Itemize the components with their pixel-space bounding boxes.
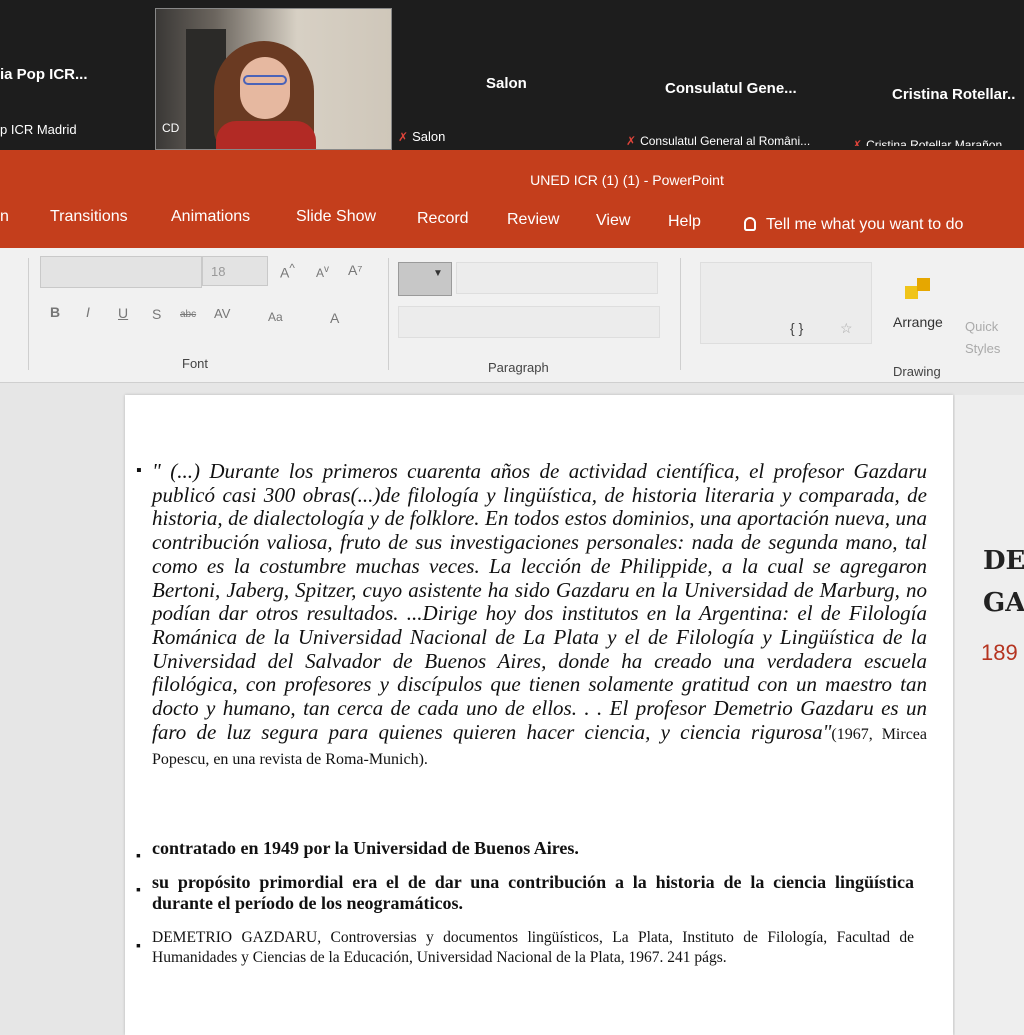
shadow-button[interactable]: S xyxy=(152,306,161,322)
bullet-marker: ▪ xyxy=(136,462,142,479)
participant-name: Salon xyxy=(486,75,527,92)
lightbulb-icon xyxy=(744,217,756,231)
font-size-value: 18 xyxy=(211,264,226,279)
change-case-button[interactable]: Aa xyxy=(268,310,283,324)
braces-icon: { } xyxy=(790,320,804,336)
group-separator xyxy=(28,258,29,370)
char-spacing-button[interactable]: AV xyxy=(214,306,230,321)
underline-button[interactable]: U xyxy=(118,305,128,321)
bullet-marker: ▪ xyxy=(136,937,141,953)
next-slide-text: GA xyxy=(983,588,1024,618)
participant-tile-1[interactable]: ia Pop ICR... p ICR Madrid xyxy=(0,8,150,146)
participant-tile-consulatul[interactable]: Consulatul Gene... ✗ Consulatul General a… xyxy=(622,8,852,148)
participant-caption: p ICR Madrid xyxy=(0,122,77,137)
meeting-video-strip: ia Pop ICR... p ICR Madrid CD Salon ✗ Sal… xyxy=(0,0,1024,150)
participant-caption: ✗ Salon xyxy=(398,129,445,144)
participant-tile-cristina[interactable]: Cristina Rotellar.. ✗ Cristina Rotellar M… xyxy=(852,8,1024,146)
arrange-button[interactable]: Arrange xyxy=(893,314,943,330)
quote-body: " (...) Durante los primeros cuarenta añ… xyxy=(152,459,927,744)
bullet-reference: DEMETRIO GAZDARU, Controversias y docume… xyxy=(152,929,914,966)
mic-muted-icon: ✗ xyxy=(626,134,637,148)
chevron-down-icon: ▼ xyxy=(433,268,443,279)
font-size-box[interactable]: 18 xyxy=(202,256,268,286)
quote-text: " (...) Durante los primeros cuarenta añ… xyxy=(152,459,927,772)
clear-format-button[interactable]: A⁷ xyxy=(348,262,362,278)
tell-me-text: Tell me what you want to do xyxy=(766,216,964,233)
next-slide-preview[interactable] xyxy=(955,395,1024,1035)
tab-review[interactable]: Review xyxy=(507,211,559,229)
next-slide-text: DE xyxy=(983,546,1024,576)
next-slide-year: 189 xyxy=(981,640,1018,665)
tab-help[interactable]: Help xyxy=(668,213,701,231)
person-face xyxy=(240,57,290,119)
participant-caption: ✗ Cristina Rotellar Marañon xyxy=(852,138,1002,146)
person-shirt xyxy=(216,121,316,149)
participant-caption-text: Consulatul General al Români... xyxy=(640,134,811,148)
person-glasses xyxy=(243,75,287,85)
ribbon-tabs: n Transitions Animations Slide Show Reco… xyxy=(0,192,1024,248)
tab-slide-show[interactable]: Slide Show xyxy=(296,208,376,226)
participant-tile-salon[interactable]: Salon ✗ Salon xyxy=(392,8,622,146)
bullet-marker: ▪ xyxy=(136,847,141,863)
bold-button[interactable]: B xyxy=(50,304,60,320)
group-label-font: Font xyxy=(182,356,209,371)
video-initials: CD xyxy=(162,121,180,135)
participant-name: Consulatul Gene... xyxy=(665,80,797,97)
grow-font-button[interactable]: A^ xyxy=(280,262,295,281)
mic-muted-icon: ✗ xyxy=(398,130,409,144)
strikethrough-button[interactable]: abc xyxy=(180,309,196,320)
quick-styles-button[interactable]: Quick Styles xyxy=(965,316,1015,360)
window-title: UNED ICR (1) (1) - PowerPoint xyxy=(530,172,724,188)
bullet-hired: contratado en 1949 por la Universidad de… xyxy=(152,838,579,858)
arrange-icon xyxy=(905,278,933,306)
participant-name: Cristina Rotellar.. xyxy=(892,86,1016,103)
participant-caption: ✗ Consulatul General al Români... xyxy=(626,134,810,148)
ribbon-home: 18 A^ Av A⁷ B I U S abc AV Aa A Font ▼ P… xyxy=(0,248,1024,383)
font-name-box[interactable] xyxy=(40,256,202,288)
group-separator xyxy=(388,258,389,370)
title-bar: UNED ICR (1) (1) - PowerPoint xyxy=(0,150,1024,192)
tab-view[interactable]: View xyxy=(596,212,630,230)
star-icon: ☆ xyxy=(840,320,853,336)
tab-transitions[interactable]: Transitions xyxy=(50,208,128,226)
participant-caption-text: Salon xyxy=(412,129,446,144)
italic-button[interactable]: I xyxy=(86,304,90,320)
participant-caption-text: Cristina Rotellar Marañon xyxy=(866,138,1003,146)
font-color-button[interactable]: A xyxy=(330,310,339,326)
tab-design[interactable]: n xyxy=(0,208,9,226)
tab-animations[interactable]: Animations xyxy=(171,208,250,226)
bullets-button[interactable] xyxy=(398,262,452,296)
group-separator xyxy=(680,258,681,370)
paragraph-tools[interactable] xyxy=(456,262,658,294)
tab-record[interactable]: Record xyxy=(417,210,469,228)
shrink-font-button[interactable]: Av xyxy=(316,264,329,280)
arrange-square-orange xyxy=(917,278,930,291)
mic-muted-icon: ✗ xyxy=(852,138,863,146)
group-label-drawing: Drawing xyxy=(893,364,941,379)
participant-name: ia Pop ICR... xyxy=(0,66,88,83)
participant-video-tile[interactable]: CD xyxy=(155,8,392,150)
group-label-paragraph: Paragraph xyxy=(488,360,549,375)
bullet-marker: ▪ xyxy=(136,881,141,897)
paragraph-align-tools[interactable] xyxy=(398,306,660,338)
tell-me-search[interactable]: Tell me what you want to do xyxy=(744,216,963,234)
bullet-purpose: su propósito primordial era el de dar un… xyxy=(152,872,914,913)
